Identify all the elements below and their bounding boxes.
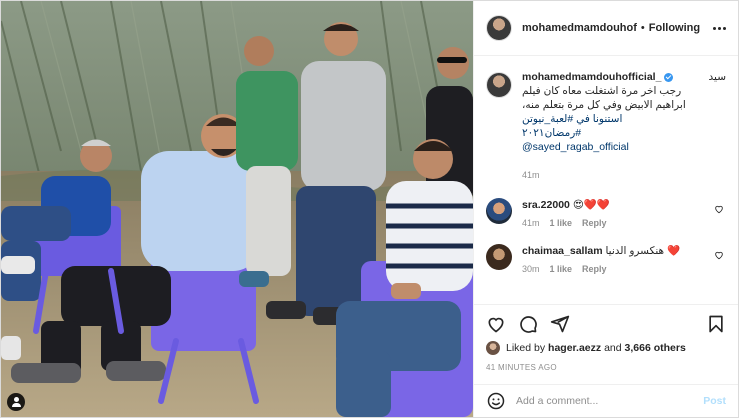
author-avatar[interactable] (486, 15, 512, 41)
comments-list[interactable]: mohamedmamdouhofficial_ سيد رجب اخر مرة … (474, 56, 738, 304)
post-dialog: mohamedmamdouhof • Following mohamedmamd… (0, 0, 739, 418)
comment-icon[interactable] (518, 314, 538, 334)
header-separator: • (640, 22, 645, 34)
bookmark-icon[interactable] (706, 314, 726, 334)
comment-avatar[interactable] (486, 244, 512, 270)
caption-hashtag-line[interactable]: استنونا في #لعبة_نيوتن (522, 112, 726, 126)
caption-time: 41m (522, 170, 540, 180)
add-comment-bar: Post (474, 384, 738, 417)
caption: mohamedmamdouhofficial_ سيد رجب اخر مرة … (486, 70, 726, 182)
comment-avatar[interactable] (486, 198, 512, 224)
post-actions: Liked by hager.aezz and 3,666 others 41 … (474, 304, 738, 384)
more-icon[interactable] (713, 26, 726, 30)
comment-text: هنكسرو الدنيا ❤️ (605, 245, 681, 257)
heart-icon[interactable] (486, 314, 506, 334)
comment-likes[interactable]: 1 like (550, 218, 573, 228)
caption-line-1: سيد (708, 71, 726, 83)
post-comment-button[interactable]: Post (703, 395, 726, 407)
likes-summary: Liked by hager.aezz and 3,666 others (486, 341, 726, 355)
comment-input[interactable] (516, 395, 704, 407)
post-timestamp[interactable]: 41 MINUTES AGO (486, 363, 726, 372)
comment-item: sra.22000 😍❤️❤️ 41m 1 like Reply (486, 198, 726, 228)
comment-time: 41m (522, 218, 540, 228)
comment-likes[interactable]: 1 like (550, 264, 573, 274)
comment-reply-button[interactable]: Reply (582, 218, 607, 228)
comment-username[interactable]: sra.22000 (522, 199, 570, 211)
share-icon[interactable] (550, 314, 570, 334)
post-image (1, 1, 473, 417)
caption-username[interactable]: mohamedmamdouhofficial_ (522, 70, 661, 84)
user-tag-icon[interactable] (7, 393, 25, 411)
caption-mention[interactable]: @sayed_ragab_official (522, 141, 629, 153)
author-username[interactable]: mohamedmamdouhof (522, 22, 637, 34)
verified-badge-icon (664, 72, 674, 82)
caption-line-3: ابراهيم الابيض وفي كل مرة بتعلم منه، (522, 99, 686, 111)
caption-line-2: رجب اخر مرة اشتغلت معاه كان فيلم (522, 85, 682, 97)
comment-time: 30m (522, 264, 540, 274)
likes-prefix: Liked by (506, 342, 546, 354)
following-button[interactable]: Following (649, 22, 700, 34)
likes-others[interactable]: 3,666 others (625, 342, 686, 354)
liker-avatar[interactable] (486, 341, 500, 355)
comment-heart-icon[interactable] (714, 204, 724, 214)
post-photo[interactable] (1, 1, 473, 417)
caption-avatar[interactable] (486, 72, 512, 98)
likes-user[interactable]: hager.aezz (548, 342, 601, 354)
post-sidebar: mohamedmamdouhof • Following mohamedmamd… (473, 1, 738, 417)
likes-and: and (604, 342, 622, 354)
comment-item: chaimaa_sallam هنكسرو الدنيا ❤️ 30m 1 li… (486, 244, 726, 274)
emoji-icon[interactable] (486, 391, 506, 411)
post-header: mohamedmamdouhof • Following (474, 1, 738, 56)
caption-hashtag-ramadan[interactable]: #رمضان٢٠٢١ (522, 126, 726, 140)
comment-text: 😍❤️❤️ (572, 199, 610, 211)
comment-username[interactable]: chaimaa_sallam (522, 245, 603, 257)
comment-reply-button[interactable]: Reply (582, 264, 607, 274)
comment-heart-icon[interactable] (714, 250, 724, 260)
